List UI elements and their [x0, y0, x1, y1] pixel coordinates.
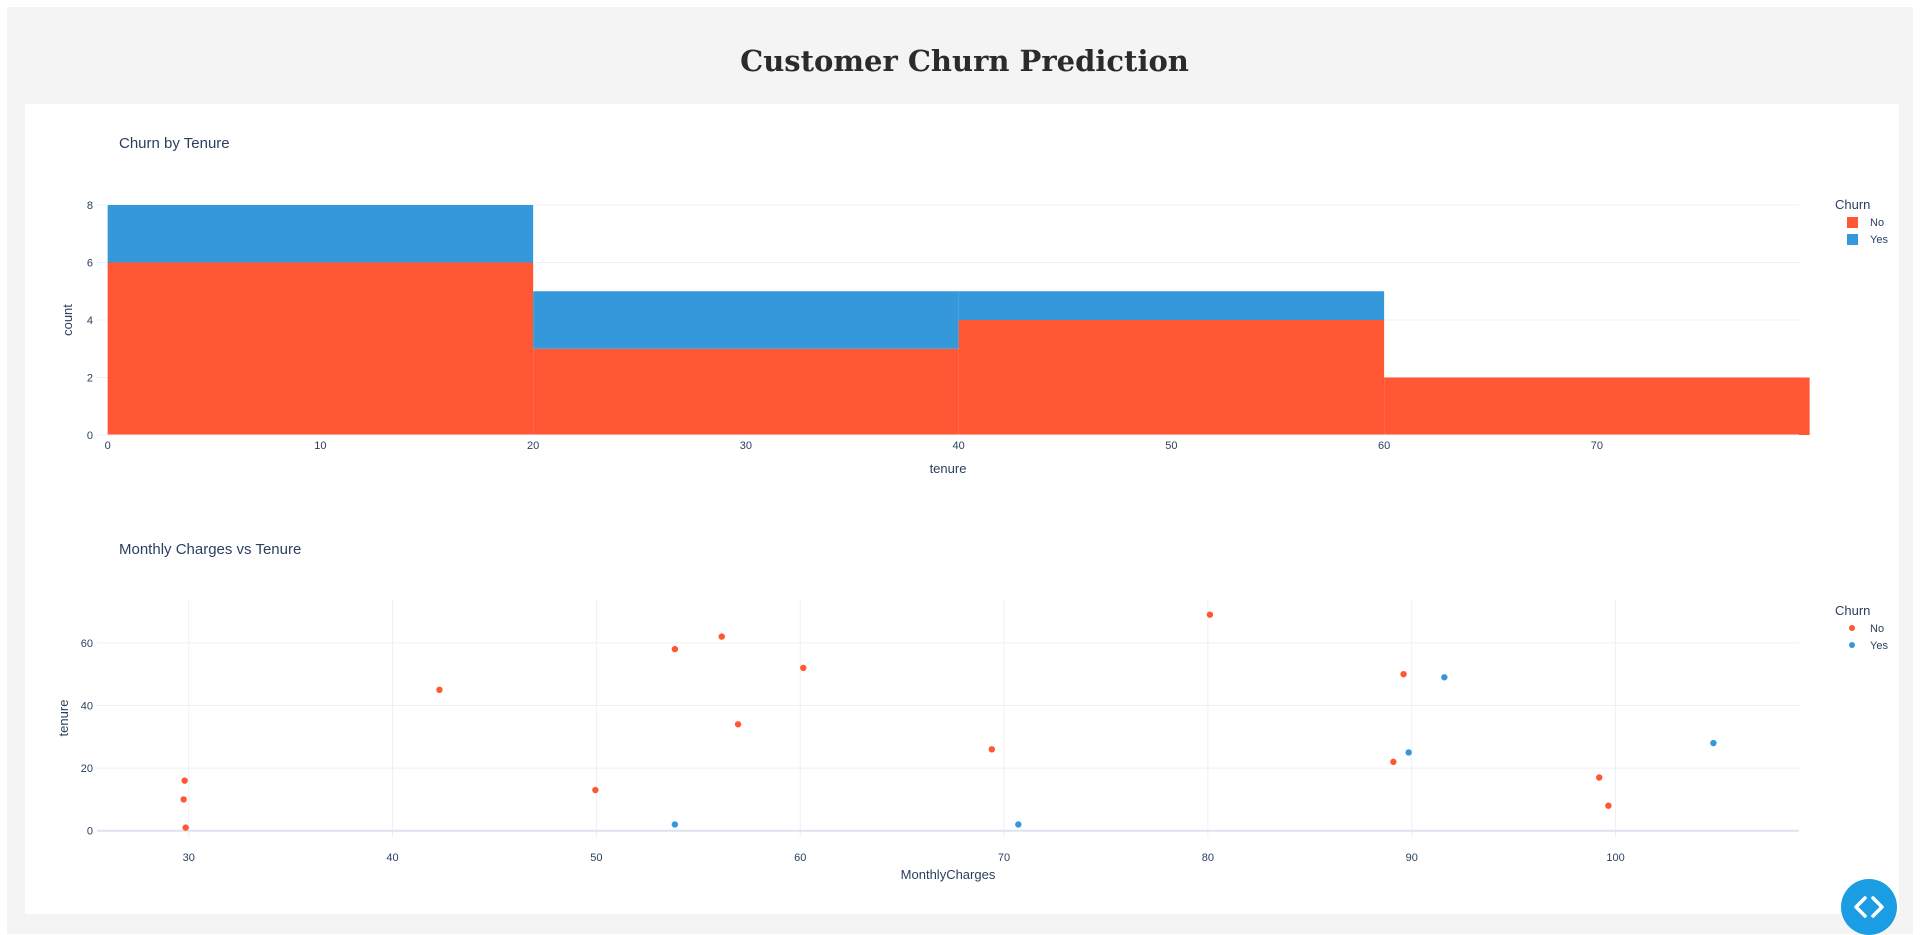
x-tick-label: 90 — [1406, 852, 1418, 864]
x-tick-label: 70 — [998, 852, 1010, 864]
x-tick-label: 60 — [1378, 440, 1390, 452]
legend-label: No — [1870, 623, 1884, 635]
x-tick-label: 50 — [1165, 440, 1177, 452]
point-no — [1605, 802, 1612, 809]
x-axis-title: tenure — [930, 461, 967, 476]
point-yes — [671, 821, 679, 828]
y-tick-label: 8 — [87, 200, 93, 212]
y-tick-label: 2 — [87, 373, 93, 385]
y-tick-label: 40 — [81, 700, 93, 712]
bar-yes — [107, 205, 534, 263]
point-no — [1596, 774, 1603, 781]
point-yes — [1015, 821, 1022, 828]
x-tick-label: 100 — [1606, 852, 1624, 864]
x-tick-label: 40 — [953, 440, 965, 452]
point-no — [671, 645, 679, 653]
bar-yes — [533, 291, 959, 349]
x-tick-label: 10 — [314, 440, 326, 452]
bar-no — [958, 320, 1385, 435]
point-yes — [1441, 674, 1448, 681]
point-no — [800, 664, 807, 672]
x-tick-label: 80 — [1202, 852, 1214, 864]
y-tick-label: 4 — [87, 315, 93, 327]
x-tick-label: 0 — [105, 440, 111, 452]
point-no — [180, 796, 187, 803]
code-icon — [1854, 896, 1884, 918]
legend-marker-yes — [1849, 642, 1855, 648]
bar-yes — [958, 291, 1385, 320]
x-tick-label: 70 — [1591, 440, 1603, 452]
bar-no — [533, 348, 959, 435]
y-tick-label: 20 — [81, 763, 93, 775]
point-no — [592, 786, 599, 794]
point-no — [182, 824, 189, 831]
y-tick-label: 60 — [81, 638, 93, 650]
y-axis-title: tenure — [56, 700, 71, 737]
legend-label: No — [1870, 217, 1884, 229]
legend-label: Yes — [1870, 640, 1888, 652]
point-yes — [1710, 739, 1717, 747]
point-no — [436, 686, 443, 694]
point-no — [1206, 611, 1214, 618]
page-title: Customer Churn Prediction — [740, 44, 1189, 78]
bar-no — [107, 262, 534, 435]
churn-by-tenure-chart: Churn by Tenure 0 2 4 6 8 0 10 20 30 40 50 60 70 tenur… — [60, 135, 1888, 476]
x-tick-label: 30 — [740, 440, 752, 452]
x-tick-label: 50 — [590, 852, 602, 864]
monthly-charges-vs-tenure-chart: Monthly Charges vs Tenure 0 20 40 60 30 40 50 60… — [56, 541, 1888, 882]
bar-no — [1384, 377, 1810, 435]
x-tick-label: 20 — [527, 440, 539, 452]
point-no — [718, 633, 725, 640]
y-tick-label: 0 — [87, 826, 93, 838]
point-no — [1400, 670, 1407, 678]
point-no — [734, 721, 742, 728]
legend-swatch-yes — [1847, 234, 1858, 245]
point-no — [988, 746, 996, 753]
y-tick-label: 6 — [87, 258, 93, 270]
chart-title: Churn by Tenure — [119, 135, 230, 152]
legend-label: Yes — [1870, 234, 1888, 246]
point-yes — [1405, 749, 1412, 756]
legend-title: Churn — [1835, 603, 1870, 618]
x-tick-label: 60 — [794, 852, 806, 864]
x-tick-label: 40 — [386, 852, 398, 864]
code-toggle-button[interactable] — [1841, 879, 1897, 935]
x-tick-label: 30 — [183, 852, 195, 864]
point-no — [181, 777, 188, 784]
y-axis-title: count — [60, 304, 75, 336]
legend-title: Churn — [1835, 197, 1870, 212]
y-tick-label: 0 — [87, 430, 93, 442]
point-no — [1390, 758, 1397, 766]
chart-title: Monthly Charges vs Tenure — [119, 541, 301, 558]
legend-marker-no — [1849, 625, 1855, 631]
legend-swatch-no — [1847, 217, 1858, 228]
x-axis-title: MonthlyCharges — [901, 867, 996, 882]
